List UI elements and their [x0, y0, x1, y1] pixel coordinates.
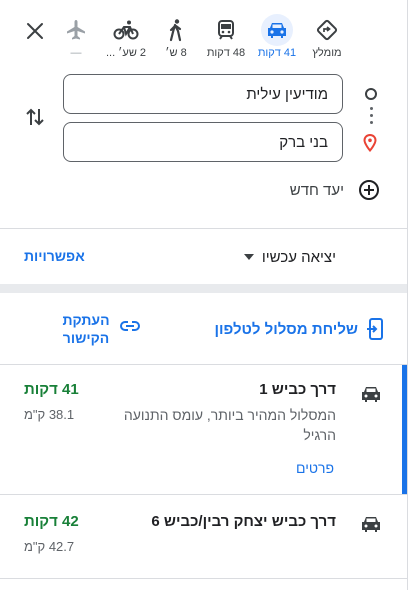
mode-best[interactable]: מומלץ [305, 14, 349, 60]
car-icon [362, 387, 380, 402]
divider [0, 578, 408, 579]
section-separator [0, 284, 408, 293]
add-circle-icon [359, 180, 379, 200]
mode-drive-label: 41 דקות [257, 47, 297, 59]
mode-best-label: מומלץ [312, 47, 342, 59]
add-destination-button[interactable]: יעד חדש [240, 178, 380, 202]
route-time: 41 דקות [24, 381, 79, 398]
send-to-phone-icon [367, 318, 383, 340]
mode-bike[interactable]: 2 שע׳ ... [104, 14, 148, 60]
car-icon [261, 14, 293, 46]
options-button[interactable]: אפשרויות [24, 248, 85, 264]
mode-bike-label: 2 שע׳ ... [105, 47, 147, 59]
mode-walk[interactable]: 8 ש׳ [154, 14, 198, 60]
car-icon [362, 517, 380, 532]
depart-time-label: יציאה עכשיו [261, 248, 336, 266]
route-dots-icon [370, 107, 373, 128]
route-name: דרך כביש יצחק רבין/כביש 6 [151, 513, 336, 530]
caret-down-icon [243, 254, 254, 260]
directions-panel: מומלץ 41 דקות 48 דקות 8 ש׳ 2 שע׳ ... — מ… [0, 0, 408, 590]
mode-flight-label: — [70, 47, 82, 59]
mode-walk-label: 8 ש׳ [165, 47, 187, 59]
location-pin-icon [363, 134, 377, 152]
route-details-link[interactable]: פרטים [296, 460, 334, 476]
copy-link-button[interactable]: העתקת הקישור [58, 311, 144, 351]
add-destination-label: יעד חדש [289, 181, 344, 199]
mode-drive[interactable]: 41 דקות [255, 14, 299, 60]
send-to-phone-label: שליחת מסלול לטלפון [214, 320, 358, 338]
route-description: המסלול המהיר ביותר, עומס התנועה הרגיל [123, 407, 336, 443]
swap-icon[interactable] [24, 106, 46, 128]
send-to-phone-button[interactable]: שליחת מסלול לטלפון [214, 318, 384, 340]
mode-flight[interactable]: — [54, 14, 98, 60]
walk-icon [160, 14, 192, 46]
route-distance: 38.1 ק"מ [24, 407, 75, 422]
route-name: דרך כביש 1 [259, 381, 336, 398]
route-distance: 42.7 ק"מ [24, 539, 75, 554]
diamond-turn-icon [311, 14, 343, 46]
bike-icon [110, 14, 142, 46]
close-icon[interactable] [24, 20, 46, 42]
copy-link-label: העתקת הקישור [62, 312, 110, 346]
link-icon [120, 321, 140, 331]
route-option[interactable]: דרך כביש 1 המסלול המהיר ביותר, עומס התנו… [0, 365, 402, 494]
train-icon [210, 14, 242, 46]
mode-transit-label: 48 דקות [206, 47, 246, 59]
origin-dot-icon [365, 88, 377, 100]
origin-input[interactable]: מודיעין עילית [63, 74, 343, 114]
airplane-icon [60, 14, 92, 46]
destination-input[interactable]: בני ברק [63, 122, 343, 162]
route-option[interactable]: דרך כביש יצחק רבין/כביש 6 42 דקות 42.7 ק… [0, 495, 402, 578]
divider [0, 228, 408, 229]
depart-time-dropdown[interactable]: יציאה עכשיו [236, 246, 336, 268]
route-time: 42 דקות [24, 513, 79, 530]
mode-transit[interactable]: 48 דקות [204, 14, 248, 60]
